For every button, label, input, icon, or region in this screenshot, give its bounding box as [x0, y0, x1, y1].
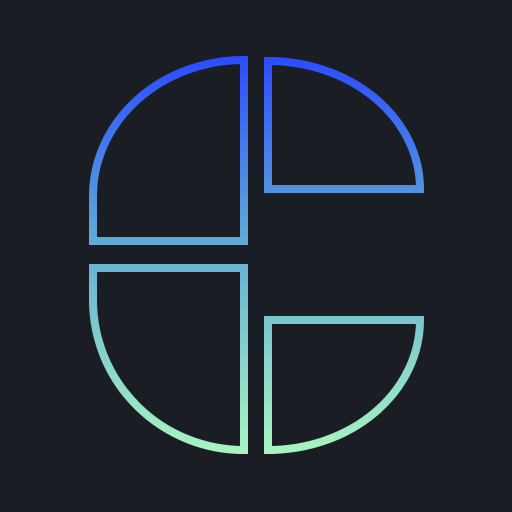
app-icon-canvas	[0, 0, 512, 512]
background	[0, 0, 512, 512]
